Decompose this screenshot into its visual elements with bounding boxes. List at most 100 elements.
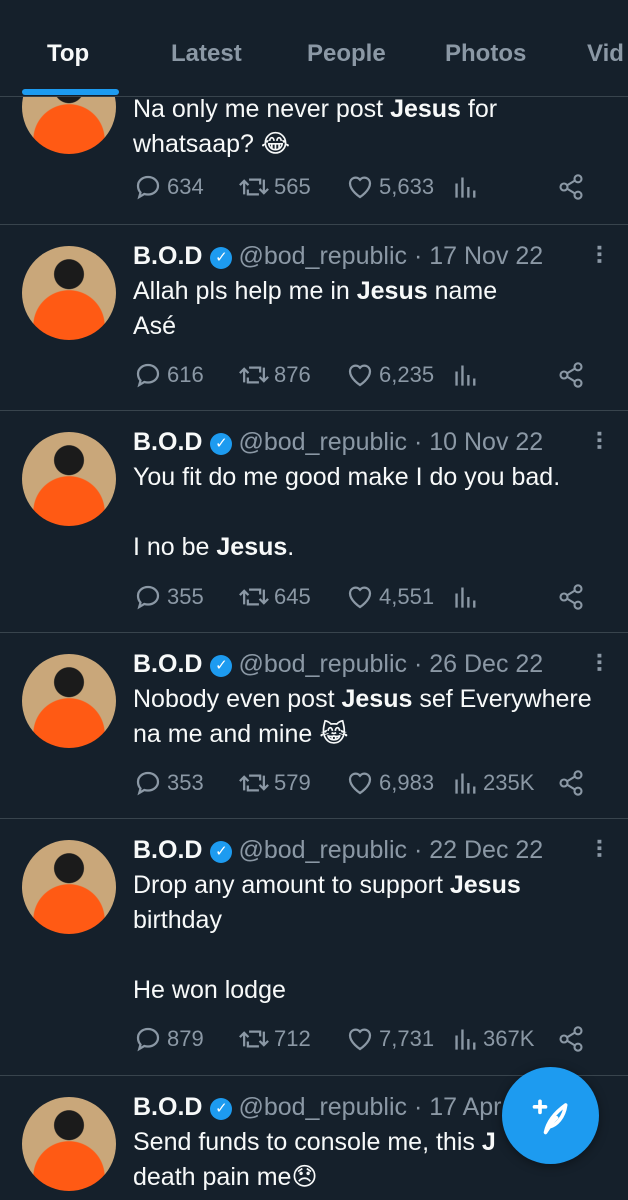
like-button[interactable]: 6,235 (345, 360, 434, 390)
separator: · (413, 428, 423, 456)
more-options-icon[interactable]: ··· (584, 244, 615, 264)
tab-videos[interactable]: Vid (587, 40, 624, 68)
author-handle[interactable]: @bod_republic (238, 242, 407, 270)
reply-button[interactable]: 355 (133, 582, 204, 612)
views-icon (455, 365, 476, 386)
retweet-button[interactable]: 645 (238, 582, 311, 612)
tab-top[interactable]: Top (47, 40, 89, 68)
author-name[interactable]: B.O.D (133, 242, 202, 270)
retweet-button[interactable]: 876 (238, 360, 311, 390)
more-options-icon[interactable]: ··· (584, 838, 615, 858)
tweet-date[interactable]: 17 Apr (429, 1093, 501, 1121)
share-button[interactable] (557, 360, 589, 390)
author-handle[interactable]: @bod_republic (238, 836, 407, 864)
tweet[interactable]: B.O.D ✓ @bod_republic · 17 Nov 22 ··· Alla… (0, 224, 628, 411)
author-name[interactable]: B.O.D (133, 650, 202, 678)
share-icon (559, 362, 583, 388)
views-count: 235K (483, 770, 535, 795)
more-options-icon[interactable]: ··· (584, 652, 615, 672)
reply-button[interactable]: 353 (133, 768, 204, 798)
tweet[interactable]: B.O.D ✓ @bod_republic · 26 Dec 22 ··· Nobo… (0, 632, 628, 819)
tweet-header: B.O.D ✓ @bod_republic · 26 Dec 22 (133, 650, 543, 679)
avatar[interactable] (22, 1097, 116, 1191)
tweet-text: Nobody even post Jesus sef Everywhere na… (133, 685, 592, 748)
separator: · (413, 650, 423, 678)
views-icon (455, 587, 476, 608)
tweet-header: B.O.D ✓ @bod_republic · 17 Nov 22 (133, 242, 543, 271)
reply-icon (136, 1027, 160, 1052)
tab-photos[interactable]: Photos (445, 40, 526, 68)
compose-tweet-button[interactable] (502, 1067, 599, 1164)
tweet-text: Drop any amount to support Jesus birthda… (133, 871, 521, 1004)
reply-count: 353 (167, 770, 204, 795)
views-button[interactable] (453, 360, 483, 390)
author-handle[interactable]: @bod_republic (238, 428, 407, 456)
heart-icon (348, 586, 372, 609)
tweet-date[interactable]: 10 Nov 22 (429, 428, 543, 456)
retweet-count: 712 (274, 1026, 311, 1051)
views-button[interactable] (453, 582, 483, 612)
like-count: 5,633 (379, 174, 435, 199)
retweet-button[interactable]: 579 (238, 768, 311, 798)
author-name[interactable]: B.O.D (133, 836, 202, 864)
verified-badge-icon: ✓ (210, 655, 233, 677)
retweet-icon (239, 588, 269, 606)
tweet-date[interactable]: 26 Dec 22 (429, 650, 543, 678)
views-button[interactable]: 367K (453, 1024, 534, 1054)
share-button[interactable] (557, 1024, 589, 1054)
like-button[interactable]: 7,731 (345, 1024, 434, 1054)
tweet-date[interactable]: 22 Dec 22 (429, 836, 543, 864)
share-button[interactable] (557, 582, 589, 612)
author-name[interactable]: B.O.D (133, 428, 202, 456)
views-button[interactable]: 235K (453, 768, 534, 798)
share-button[interactable] (557, 172, 589, 202)
views-icon (455, 177, 476, 198)
tweet-actions: 355 645 4,551 (133, 582, 603, 614)
reply-button[interactable]: 879 (133, 1024, 204, 1054)
retweet-icon (239, 178, 269, 196)
avatar[interactable] (22, 840, 116, 934)
like-count: 6,983 (379, 770, 435, 795)
tweet-text: Allah pls help me in Jesus name Asé (133, 277, 498, 340)
share-button[interactable] (557, 768, 589, 798)
retweet-button[interactable]: 565 (238, 172, 311, 202)
tweet[interactable]: B.O.D ✓ @bod_republic · 22 Dec 22 ··· Drop… (0, 818, 628, 1076)
like-button[interactable]: 4,551 (345, 582, 434, 612)
reply-button[interactable]: 634 (133, 172, 204, 202)
retweet-icon (239, 1030, 269, 1048)
tweet-text: You fit do me good make I do you bad. I … (133, 463, 561, 561)
retweet-icon (239, 774, 269, 792)
reply-count: 879 (167, 1026, 204, 1051)
tweet-header: B.O.D ✓ @bod_republic · 22 Dec 22 (133, 836, 543, 865)
share-icon (559, 174, 583, 200)
tab-latest[interactable]: Latest (171, 40, 242, 68)
avatar[interactable] (22, 432, 116, 526)
avatar[interactable] (22, 246, 116, 340)
retweet-icon (239, 366, 269, 384)
retweet-button[interactable]: 712 (238, 1024, 311, 1054)
reply-count: 634 (167, 174, 204, 199)
views-icon (455, 1029, 476, 1050)
more-options-icon[interactable]: ··· (584, 430, 615, 450)
like-count: 7,731 (379, 1026, 435, 1051)
author-handle[interactable]: @bod_republic (238, 1093, 407, 1121)
tweet-actions: 353 579 6,983 235K (133, 768, 603, 800)
verified-badge-icon: ✓ (210, 841, 233, 863)
like-button[interactable]: 5,633 (345, 172, 434, 202)
author-handle[interactable]: @bod_republic (238, 650, 407, 678)
retweet-count: 645 (274, 584, 311, 609)
separator: · (413, 836, 423, 864)
heart-icon (348, 1028, 372, 1051)
tweet-date[interactable]: 17 Nov 22 (429, 242, 543, 270)
tweet[interactable]: B.O.D ✓ @bod_republic · 10 Nov 22 ··· You … (0, 410, 628, 633)
like-button[interactable]: 6,983 (345, 768, 434, 798)
retweet-count: 579 (274, 770, 311, 795)
separator: · (413, 1093, 423, 1121)
reply-button[interactable]: 616 (133, 360, 204, 390)
author-name[interactable]: B.O.D (133, 1093, 202, 1121)
avatar[interactable] (22, 654, 116, 748)
share-icon (559, 1026, 583, 1052)
tab-people[interactable]: People (307, 40, 386, 68)
reply-count: 616 (167, 362, 204, 387)
views-button[interactable] (453, 172, 483, 202)
